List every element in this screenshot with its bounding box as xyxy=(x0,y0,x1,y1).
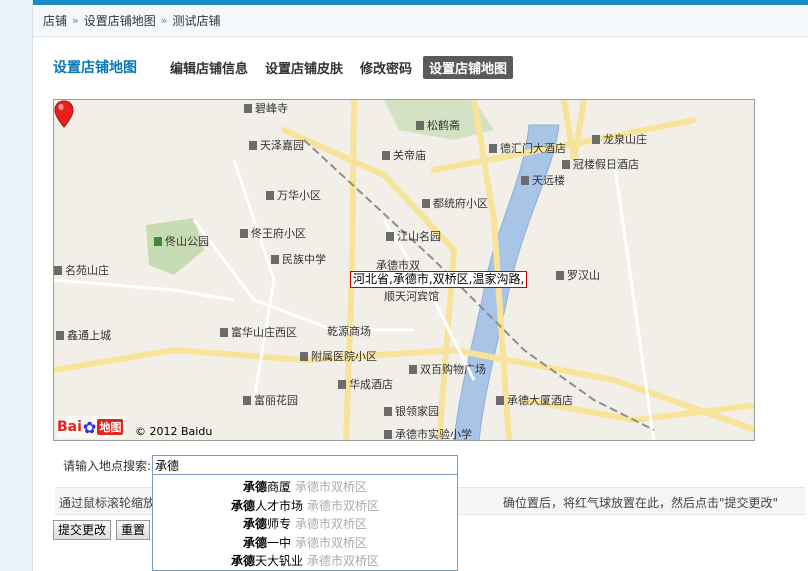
tab-shop-map[interactable]: 设置店铺地图 xyxy=(423,55,514,79)
poi-bifeng: 碧峰寺 xyxy=(244,100,288,116)
suggestion-item[interactable]: 承德师专 承德市双桥区 xyxy=(153,515,457,534)
search-label: 请输入地点搜索: xyxy=(63,458,152,473)
poi-luohan: 罗汉山 xyxy=(556,267,600,283)
poi-chengde-dasha: 承德大厦酒店 xyxy=(496,392,573,408)
breadcrumb-separator: » xyxy=(160,14,168,27)
hint-text-left: 通过鼠标滚轮缩放 xyxy=(59,496,156,510)
poi-guandi: 关帝庙 xyxy=(382,147,426,163)
breadcrumb-separator: » xyxy=(72,14,79,27)
breadcrumb-item-shop[interactable]: 店铺 xyxy=(43,12,67,29)
poi-jiangshan: 江山名园 xyxy=(386,228,441,244)
reset-button[interactable]: 重置 xyxy=(116,520,151,540)
baidu-paw-icon: ✿ xyxy=(82,417,97,437)
poi-yinling: 银领家园 xyxy=(384,403,439,419)
map-marker-icon[interactable] xyxy=(54,100,74,128)
suggestion-item[interactable]: 承德一中 承德市双桥区 xyxy=(153,534,457,553)
search-input[interactable] xyxy=(152,455,459,475)
breadcrumb: 店铺 » 设置店铺地图 » 测试店铺 xyxy=(33,5,808,37)
poi-shuntianhe: 顺天河宾馆 xyxy=(384,290,439,303)
poi-fushu: 附属医院小区 xyxy=(300,348,377,364)
tab-edit-shop-info[interactable]: 编辑店铺信息 xyxy=(164,56,254,79)
breadcrumb-item-store: 测试店铺 xyxy=(172,14,221,28)
tab-shop-skin[interactable]: 设置店铺皮肤 xyxy=(259,56,349,79)
poi-dehuimen: 德汇门大酒店 xyxy=(489,140,566,156)
poi-huacheng: 华成酒店 xyxy=(338,376,393,392)
baidu-logo: Bai ✿ 地图 xyxy=(57,416,127,438)
poi-fuhua: 富华山庄西区 xyxy=(220,324,297,340)
poi-minzu: 民族中学 xyxy=(271,251,326,267)
poi-tongshan-park: 佟山公园 xyxy=(154,233,209,249)
map-canvas[interactable]: 碧峰寺 松鹤斋 天泽嘉园 关帝庙 德汇门大酒店 龙泉山庄 冠楼假日酒店 万华小区… xyxy=(53,99,755,441)
poi-wanhua: 万华小区 xyxy=(266,187,321,203)
suggestion-item[interactable]: 承德天大钒业 承德市双桥区 xyxy=(153,552,457,571)
poi-qianyuan: 乾源商场 xyxy=(327,325,371,338)
hint-text-right: 确位置后，将红气球放置在此，然后点击"提交更改" xyxy=(503,496,779,510)
submit-button[interactable]: 提交更改 xyxy=(53,520,112,540)
poi-guanlou: 冠楼假日酒店 xyxy=(562,156,639,172)
poi-tianyuan: 天远楼 xyxy=(521,172,565,188)
header: 设置店铺地图 编辑店铺信息 设置店铺皮肤 修改密码 设置店铺地图 xyxy=(53,55,518,79)
suggestion-item[interactable]: 承德商厦 承德市双桥区 xyxy=(153,478,457,497)
suggestion-item[interactable]: 承德人才市场 承德市双桥区 xyxy=(153,497,457,516)
map-info-label: 河北省,承德市,双桥区,温家沟路, xyxy=(350,271,528,288)
poi-tongwangfu: 佟王府小区 xyxy=(240,225,306,241)
poi-fuli: 富丽花园 xyxy=(243,392,298,408)
street-e xyxy=(54,278,235,302)
street-d xyxy=(612,159,656,440)
left-sidebar xyxy=(0,0,33,571)
road-north xyxy=(561,100,587,161)
breadcrumb-item-map[interactable]: 设置店铺地图 xyxy=(84,12,156,29)
page-title: 设置店铺地图 xyxy=(53,60,137,76)
poi-songhe: 松鹤斋 xyxy=(416,117,460,133)
search-suggestions: 承德商厦 承德市双桥区 承德人才市场 承德市双桥区 承德师专 承德市双桥区 承德一中承… xyxy=(152,475,458,571)
poi-xintong: 鑫通上城 xyxy=(56,327,111,343)
poi-mingyuan: 名苑山庄 xyxy=(54,262,109,278)
tab-change-password[interactable]: 修改密码 xyxy=(354,56,418,79)
search-row: 请输入地点搜索: xyxy=(63,455,459,475)
poi-longquan: 龙泉山庄 xyxy=(592,131,647,147)
poi-shiyan: 承德市实验小学 xyxy=(384,426,472,440)
poi-dutongfu: 都统府小区 xyxy=(422,195,488,211)
poi-tianze: 天泽嘉园 xyxy=(249,137,304,153)
poi-shuangbai: 双百购物广场 xyxy=(409,361,486,377)
map-copyright: © 2012 Baidu xyxy=(135,425,213,438)
